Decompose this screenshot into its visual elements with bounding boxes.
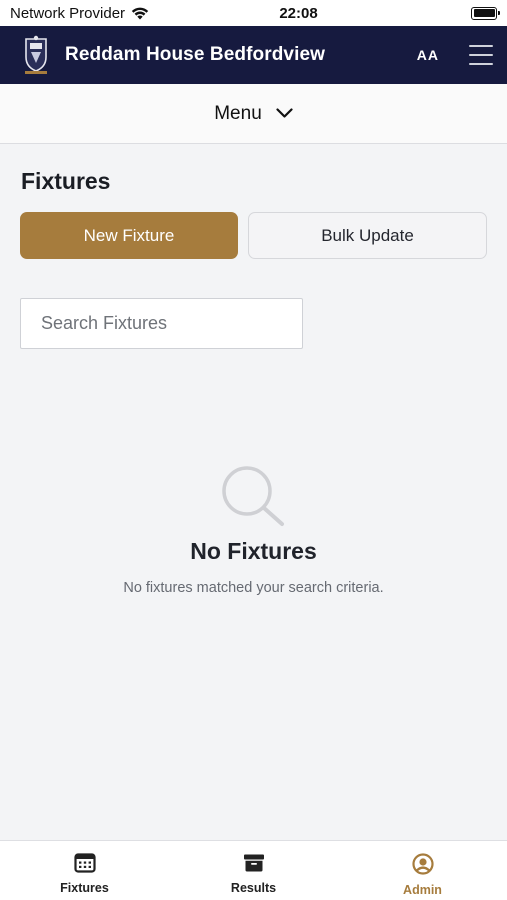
wifi-icon xyxy=(131,7,149,20)
menu-label: Menu xyxy=(214,102,262,124)
battery-level xyxy=(473,9,495,17)
user-circle-icon xyxy=(411,853,434,875)
battery-icon xyxy=(471,6,500,20)
menu-dropdown[interactable]: Menu xyxy=(0,84,507,144)
bulk-update-button[interactable]: Bulk Update xyxy=(248,212,487,259)
nav-label-admin: Admin xyxy=(403,883,442,897)
carrier-name: Network Provider xyxy=(10,4,126,22)
text-size-button[interactable]: AA xyxy=(417,47,439,63)
app-header: Reddam House Bedfordview AA xyxy=(0,26,507,84)
app-title: Reddam House Bedfordview xyxy=(65,44,326,65)
nav-item-fixtures[interactable]: Fixtures xyxy=(0,841,169,900)
status-time: 22:08 xyxy=(279,4,318,22)
search-icon xyxy=(222,466,284,526)
school-crest-logo xyxy=(20,34,52,76)
page-title: Fixtures xyxy=(21,168,111,194)
empty-state-title: No Fixtures xyxy=(190,538,317,564)
archive-icon xyxy=(243,854,264,872)
bottom-navigation: Fixtures Results Admin xyxy=(0,840,507,900)
new-fixture-button[interactable]: New Fixture xyxy=(20,212,238,259)
status-right xyxy=(437,6,500,20)
calendar-icon xyxy=(73,853,96,873)
nav-label-results: Results xyxy=(230,881,277,895)
nav-item-results[interactable]: Results xyxy=(169,841,338,900)
empty-state-message: No fixtures matched your search criteria… xyxy=(123,580,384,596)
hamburger-menu-icon[interactable] xyxy=(469,45,493,65)
nav-item-admin[interactable]: Admin xyxy=(338,841,507,900)
status-bar: Network Provider 22:08 xyxy=(0,0,507,26)
search-fixtures-input[interactable] xyxy=(20,298,303,349)
chevron-down-icon xyxy=(276,108,293,118)
nav-label-fixtures: Fixtures xyxy=(60,881,109,895)
